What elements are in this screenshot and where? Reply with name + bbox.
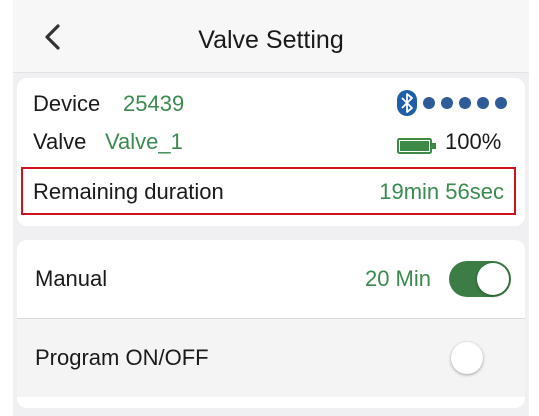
device-label: Device	[33, 91, 101, 116]
program-row[interactable]: Program ON/OFF	[17, 319, 525, 397]
toggle-knob	[477, 263, 509, 295]
valve-name: Valve_1	[105, 129, 183, 154]
valve-label: Valve	[33, 129, 87, 154]
toggle-knob	[451, 342, 483, 374]
program-toggle[interactable]	[449, 340, 511, 376]
remaining-duration-label: Remaining duration	[33, 179, 224, 204]
battery-icon	[397, 138, 436, 154]
page-title: Valve Setting	[198, 26, 344, 54]
signal-dots	[423, 97, 507, 109]
manual-row[interactable]: Manual 20 Min	[17, 240, 525, 319]
device-id: 25439	[123, 91, 185, 116]
manual-duration[interactable]: 20 Min	[365, 266, 431, 292]
valve-settings-card: Manual 20 Min Program ON/OFF	[17, 240, 525, 408]
battery-percentage: 100%	[445, 129, 502, 154]
device-info-card: Device 25439 Valve Valve_1 100% Remainin…	[17, 78, 525, 226]
manual-toggle[interactable]	[449, 261, 511, 297]
program-label: Program ON/OFF	[35, 345, 209, 370]
bluetooth-signal-indicator	[397, 90, 507, 116]
manual-label: Manual	[35, 266, 108, 291]
bluetooth-icon	[397, 90, 417, 116]
navigation-bar: Valve Setting	[13, 0, 529, 73]
remaining-duration-value: 19min 56sec	[379, 179, 504, 204]
remaining-duration-row: Remaining duration 19min 56sec	[21, 167, 516, 215]
valve-setting-screen: Valve Setting Device 25439 Valve Valve_1	[13, 0, 529, 416]
